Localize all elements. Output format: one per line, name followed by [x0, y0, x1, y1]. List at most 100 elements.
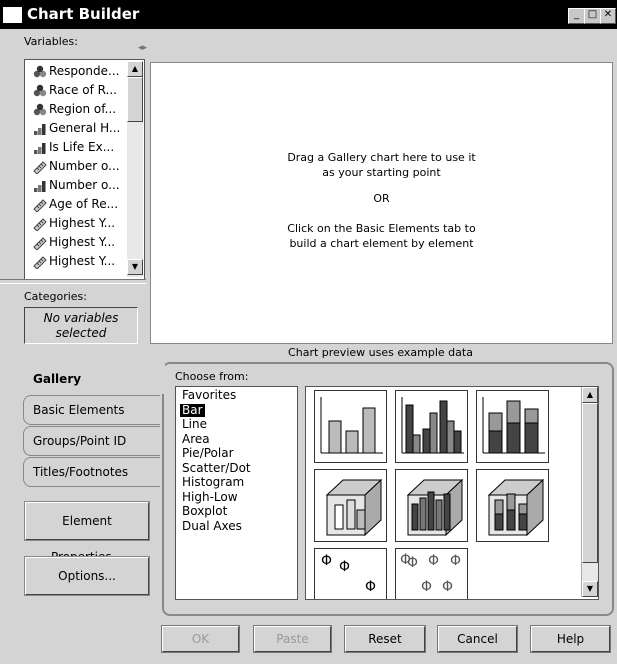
- variable-label: Number o...: [49, 159, 120, 173]
- tab-gallery[interactable]: Gallery: [23, 364, 165, 394]
- title-bar: Chart Builder _ □ ✕: [0, 0, 617, 29]
- simple-bar-icon: [320, 397, 383, 454]
- choose-from-label: Choose from:: [175, 370, 249, 383]
- ordinal-icon: [33, 178, 49, 192]
- chart-type-item[interactable]: Bar: [180, 403, 205, 417]
- 3d-stacked-bar-thumbnail[interactable]: [476, 469, 549, 542]
- variable-item[interactable]: Region of...: [33, 100, 116, 118]
- nominal-icon: [33, 102, 49, 116]
- 3d-clustered-bar-thumbnail[interactable]: [395, 469, 468, 542]
- chart-canvas[interactable]: Drag a Gallery chart here to use it as y…: [150, 62, 613, 344]
- canvas-instruction-gallery: Drag a Gallery chart here to use it as y…: [287, 151, 476, 179]
- clustered-error-bar-thumbnail[interactable]: Φ Φ Φ Φ Φ Φ: [395, 548, 468, 599]
- variable-label: Number o...: [49, 178, 120, 192]
- scroll-thumb[interactable]: [127, 77, 143, 122]
- error-bar-glyph: Φ: [450, 553, 462, 569]
- chart-type-item[interactable]: Pie/Polar: [180, 447, 236, 460]
- variables-label: Variables:: [24, 35, 78, 48]
- chart-builder-window: Chart Builder _ □ ✕ Variables: ◂▸ Respon…: [0, 0, 617, 664]
- chart-type-item[interactable]: Line: [180, 418, 209, 431]
- chart-type-item[interactable]: Boxplot: [180, 505, 229, 518]
- variable-label: Highest Y...: [49, 254, 116, 268]
- clustered-bar-thumbnail[interactable]: [395, 390, 468, 463]
- variable-label: Race of R...: [49, 83, 117, 97]
- variable-item[interactable]: Is Life Ex...: [33, 138, 114, 156]
- window-icon: [3, 7, 22, 23]
- nominal-icon: [33, 64, 49, 78]
- chart-type-list[interactable]: Favorites Bar Line Area Pie/Polar Scatter/Dot…: [175, 386, 298, 600]
- scroll-down-button[interactable]: ▼: [127, 259, 143, 275]
- cancel-button[interactable]: Cancel: [437, 625, 518, 653]
- simple-error-bar-thumbnail[interactable]: Φ Φ Φ: [314, 548, 387, 599]
- tab-titles-footnotes[interactable]: Titles/Footnotes: [23, 457, 160, 487]
- variables-list[interactable]: Responde... Race of R... Region of... Gener…: [24, 59, 145, 280]
- 3d-clustered-bar-icon: [406, 478, 464, 537]
- error-bar-glyph: Φ: [407, 555, 419, 571]
- gallery-scroll-down-button[interactable]: ▼: [582, 581, 598, 597]
- variable-item[interactable]: Number o...: [33, 176, 120, 194]
- pane-splitter[interactable]: [0, 279, 146, 284]
- chart-type-item[interactable]: High-Low: [180, 490, 240, 504]
- ordinal-icon: [33, 140, 49, 154]
- splitter-arrows-icon[interactable]: ◂▸: [138, 43, 147, 53]
- error-bar-glyph: Φ: [339, 559, 351, 575]
- canvas-instruction-basic: Click on the Basic Elements tab to build…: [287, 222, 476, 250]
- tab-basic-elements[interactable]: Basic Elements: [23, 395, 160, 425]
- variables-scrollbar[interactable]: ▲ ▼: [127, 61, 143, 277]
- stacked-bar-icon: [482, 397, 545, 454]
- options-button[interactable]: Options...: [24, 556, 150, 596]
- minimize-button[interactable]: _: [568, 8, 585, 24]
- stacked-bar-thumbnail[interactable]: [476, 390, 549, 463]
- error-bar-glyph: Φ: [428, 553, 440, 569]
- variable-item[interactable]: Highest Y...: [33, 233, 115, 251]
- variable-item[interactable]: Responde...: [33, 62, 119, 80]
- gallery-scroll-up-button[interactable]: ▲: [582, 387, 598, 403]
- preview-note: Chart preview uses example data: [288, 346, 473, 359]
- maximize-button[interactable]: □: [584, 8, 601, 24]
- close-button[interactable]: ✕: [600, 8, 616, 24]
- variable-label: Age of Re...: [49, 197, 119, 211]
- scale-icon: [33, 216, 49, 231]
- gallery-scroll-thumb[interactable]: [582, 403, 598, 563]
- variable-item[interactable]: General H...: [33, 119, 120, 137]
- reset-button[interactable]: Reset: [344, 625, 426, 653]
- chart-type-item[interactable]: Area: [180, 432, 212, 446]
- variable-item[interactable]: Race of R...: [33, 81, 117, 99]
- error-bar-glyph: Φ: [421, 579, 433, 595]
- 3d-bar-icon: [325, 478, 383, 537]
- variable-label: Is Life Ex...: [49, 140, 115, 154]
- chart-type-item[interactable]: Histogram: [180, 476, 246, 489]
- variable-item[interactable]: Number o...: [33, 157, 120, 175]
- ok-button[interactable]: OK: [161, 625, 240, 653]
- variable-label: Highest Y...: [49, 216, 116, 230]
- 3d-bar-thumbnail[interactable]: [314, 469, 387, 542]
- scale-icon: [33, 197, 49, 212]
- variable-label: Responde...: [49, 64, 120, 78]
- ordinal-icon: [33, 121, 49, 135]
- chart-type-item[interactable]: Dual Axes: [180, 519, 244, 533]
- variable-item[interactable]: Highest Y...: [33, 252, 115, 270]
- gallery-scrollbar[interactable]: ▲ ▼: [581, 387, 598, 597]
- clustered-bar-icon: [401, 397, 464, 454]
- canvas-or-text: OR: [373, 192, 390, 205]
- chart-type-item[interactable]: Scatter/Dot: [180, 461, 253, 475]
- chart-type-item[interactable]: Favorites: [180, 389, 238, 402]
- paste-button[interactable]: Paste: [253, 625, 332, 653]
- variable-item[interactable]: Age of Re...: [33, 195, 118, 213]
- nominal-icon: [33, 83, 49, 97]
- categories-empty-text: No variables selected: [43, 311, 119, 340]
- help-button[interactable]: Help: [530, 625, 611, 653]
- simple-bar-thumbnail[interactable]: [314, 390, 387, 463]
- categories-label: Categories:: [24, 290, 87, 303]
- 3d-stacked-bar-icon: [487, 478, 545, 537]
- variable-label: General H...: [49, 121, 121, 135]
- variable-item[interactable]: Highest Y...: [33, 214, 115, 232]
- categories-box: No variables selected: [24, 307, 138, 344]
- tab-groups-point-id[interactable]: Groups/Point ID: [23, 426, 160, 456]
- gallery-thumbnails[interactable]: Φ Φ Φ Φ Φ Φ Φ Φ Φ ▲ ▼: [305, 386, 599, 600]
- window-title: Chart Builder: [27, 5, 140, 23]
- error-bar-glyph: Φ: [321, 553, 333, 569]
- scroll-up-button[interactable]: ▲: [127, 61, 143, 77]
- scale-icon: [33, 159, 49, 174]
- element-properties-button[interactable]: Element Properties...: [24, 501, 150, 564]
